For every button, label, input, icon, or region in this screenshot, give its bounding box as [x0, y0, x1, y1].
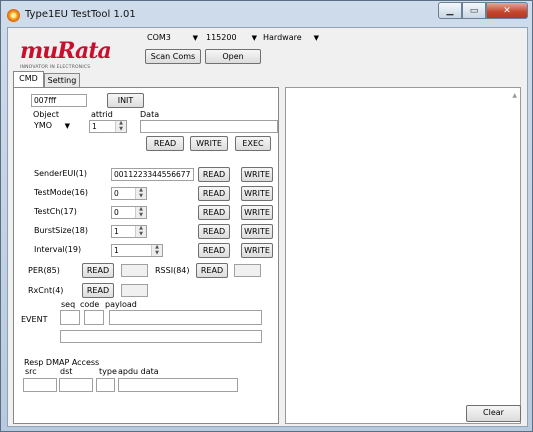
com-port-select[interactable]: COM3 ▼	[145, 33, 200, 45]
sendereui-write-button[interactable]: WRITE	[241, 167, 273, 182]
burstsize-label: BurstSize(18)	[34, 226, 88, 235]
rxcnt-read-button[interactable]: READ	[82, 283, 114, 298]
spinner-arrows-icon[interactable]: ▲ ▼	[135, 206, 146, 218]
chevron-down-icon: ▼	[192, 34, 198, 42]
chevron-down-icon: ▼	[64, 122, 70, 130]
flow-control-value: Hardware	[263, 33, 302, 42]
per-value-field	[121, 264, 148, 277]
interval-write-button[interactable]: WRITE	[241, 243, 273, 258]
burstsize-spinner[interactable]: 1 ▲ ▼	[111, 225, 147, 238]
type-label: type	[99, 367, 117, 376]
code-field[interactable]	[84, 310, 104, 325]
scroll-up-arrow-icon[interactable]: ▲	[512, 92, 517, 99]
chevron-down-icon: ▼	[313, 34, 319, 42]
spinner-arrows-icon[interactable]: ▲ ▼	[151, 244, 162, 256]
flow-control-select[interactable]: Hardware ▼	[261, 33, 321, 45]
data-field[interactable]	[140, 120, 278, 133]
app-sun-icon	[7, 9, 20, 22]
burstsize-read-button[interactable]: READ	[198, 224, 230, 239]
seq-label: seq	[61, 300, 76, 309]
attrid-label: attrid	[91, 110, 113, 119]
src-label: src	[25, 367, 37, 376]
testmode-read-button[interactable]: READ	[198, 186, 230, 201]
client-area: muRata INNOVATOR IN ELECTRONICS COM3 ▼ 1…	[7, 27, 528, 427]
payload-label: payload	[105, 300, 137, 309]
apdu-data-field[interactable]	[118, 378, 238, 392]
rxcnt-label: RxCnt(4)	[28, 286, 64, 295]
data-label: Data	[140, 110, 160, 119]
spinner-arrows-icon[interactable]: ▲ ▼	[135, 187, 146, 199]
burstsize-value: 1	[114, 227, 119, 236]
testmode-write-button[interactable]: WRITE	[241, 186, 273, 201]
app-window: Type1EU TestTool 1.01 ▁ ▭ ✕ muRata INNOV…	[0, 0, 533, 432]
testmode-spinner[interactable]: 0 ▲ ▼	[111, 187, 147, 200]
sendereui-label: SenderEUI(1)	[34, 169, 87, 178]
object-label: Object	[33, 110, 60, 119]
resp-dmap-label: Resp DMAP Access	[24, 358, 100, 367]
sendereui-field[interactable]: 0011223344556677	[111, 168, 194, 181]
caption-buttons: ▁ ▭ ✕	[438, 2, 528, 20]
com-port-value: COM3	[147, 33, 171, 42]
murata-logo: muRata	[20, 38, 112, 64]
interval-spinner[interactable]: 1 ▲ ▼	[111, 244, 163, 257]
apdu-data-label: apdu data	[118, 367, 159, 376]
event-label: EVENT	[21, 315, 48, 324]
maximize-button[interactable]: ▭	[462, 2, 486, 19]
window-title: Type1EU TestTool 1.01	[25, 9, 136, 20]
testmode-label: TestMode(16)	[34, 188, 88, 197]
interval-value: 1	[114, 246, 119, 255]
attrid-value: 1	[92, 122, 97, 131]
interval-read-button[interactable]: READ	[198, 243, 230, 258]
object-select[interactable]: YMO ▼	[32, 121, 72, 133]
title-bar[interactable]: Type1EU TestTool 1.01 ▁ ▭ ✕	[1, 1, 532, 27]
code-label: code	[80, 300, 100, 309]
write-button[interactable]: WRITE	[190, 136, 228, 151]
payload-field[interactable]	[109, 310, 262, 325]
interval-label: Interval(19)	[34, 245, 82, 254]
spinner-arrows-icon[interactable]: ▲ ▼	[135, 225, 146, 237]
log-textarea[interactable]: ▲ ▼	[285, 87, 521, 424]
logo-tagline: INNOVATOR IN ELECTRONICS	[20, 65, 91, 70]
seq-field[interactable]	[60, 310, 80, 325]
open-button[interactable]: Open	[205, 49, 261, 64]
testch-value: 0	[114, 208, 119, 217]
testmode-value: 0	[114, 189, 119, 198]
event-extra-field[interactable]	[60, 330, 262, 343]
clear-button[interactable]: Clear	[466, 405, 521, 422]
rxcnt-value-field	[121, 284, 148, 297]
burstsize-write-button[interactable]: WRITE	[241, 224, 273, 239]
minimize-button[interactable]: ▁	[438, 2, 462, 19]
sendereui-read-button[interactable]: READ	[198, 167, 230, 182]
address-field[interactable]: 007fff	[31, 94, 87, 107]
per-label: PER(85)	[28, 266, 60, 275]
testch-spinner[interactable]: 0 ▲ ▼	[111, 206, 147, 219]
rssi-read-button[interactable]: READ	[196, 263, 228, 278]
tab-cmd[interactable]: CMD	[13, 71, 44, 87]
object-value: YMO	[34, 121, 53, 130]
chevron-down-icon: ▼	[251, 34, 257, 42]
scan-coms-button[interactable]: Scan Coms	[145, 49, 201, 64]
baud-rate-value: 115200	[206, 33, 237, 42]
testch-read-button[interactable]: READ	[198, 205, 230, 220]
attrid-spinner[interactable]: 1 ▲ ▼	[89, 120, 127, 133]
dst-field[interactable]	[59, 378, 93, 392]
rssi-value-field	[234, 264, 261, 277]
read-button[interactable]: READ	[146, 136, 184, 151]
src-field[interactable]	[23, 378, 57, 392]
dst-label: dst	[60, 367, 73, 376]
cmd-panel: 007fff INIT Object attrid Data YMO ▼ 1 ▲…	[13, 87, 279, 424]
tab-setting[interactable]: Setting	[44, 73, 80, 87]
spinner-arrows-icon[interactable]: ▲ ▼	[115, 120, 126, 132]
rssi-label: RSSI(84)	[155, 266, 190, 275]
exec-button[interactable]: EXEC	[235, 136, 271, 151]
type-field[interactable]	[96, 378, 115, 392]
testch-label: TestCh(17)	[34, 207, 77, 216]
close-button[interactable]: ✕	[486, 2, 528, 19]
per-read-button[interactable]: READ	[82, 263, 114, 278]
baud-rate-select[interactable]: 115200 ▼	[204, 33, 259, 45]
init-button[interactable]: INIT	[107, 93, 144, 108]
testch-write-button[interactable]: WRITE	[241, 205, 273, 220]
